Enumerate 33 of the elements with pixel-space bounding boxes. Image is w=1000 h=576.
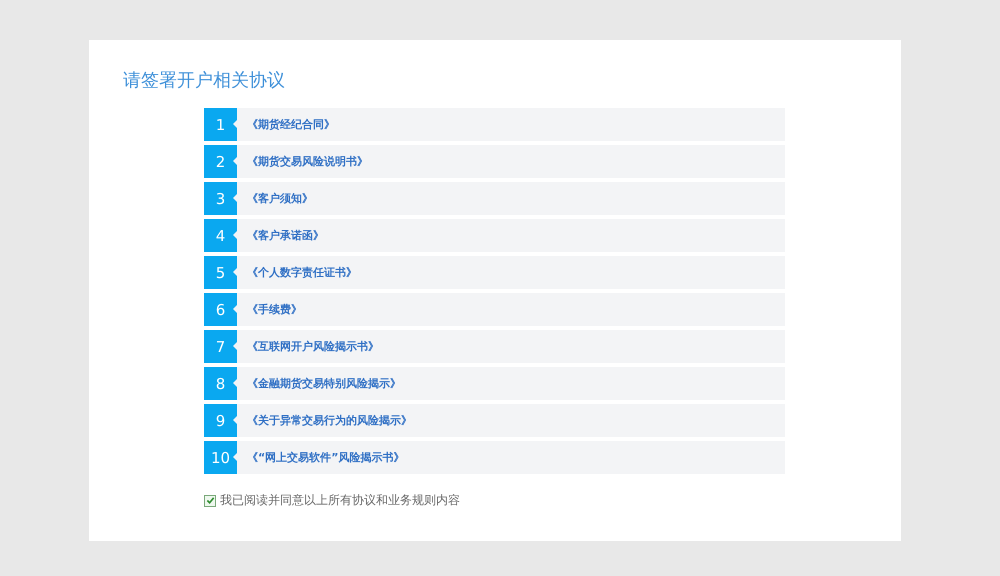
item-number: 8 [204,367,237,400]
item-number: 5 [204,256,237,289]
item-number: 3 [204,182,237,215]
agreement-link[interactable]: 《“网上交易软件”风险揭示书》 [247,450,404,465]
agreement-item[interactable]: 4 《客户承诺函》 [204,219,785,252]
agreement-item[interactable]: 5 《个人数字责任证书》 [204,256,785,289]
agreement-link[interactable]: 《金融期货交易特别风险揭示》 [247,376,401,391]
agreement-link[interactable]: 《期货交易风险说明书》 [247,154,368,169]
item-number: 1 [204,108,237,141]
agreement-item[interactable]: 10 《“网上交易软件”风险揭示书》 [204,441,785,474]
agreement-item[interactable]: 9 《关于异常交易行为的风险揭示》 [204,404,785,437]
agreement-item[interactable]: 1 《期货经纪合同》 [204,108,785,141]
item-number: 10 [204,441,237,474]
agreement-link[interactable]: 《互联网开户风险揭示书》 [247,339,379,354]
item-number: 9 [204,404,237,437]
agreement-link[interactable]: 《期货经纪合同》 [247,117,335,132]
consent-checkbox[interactable] [204,494,216,506]
page-title: 请签署开户相关协议 [123,69,286,93]
agreement-link[interactable]: 《个人数字责任证书》 [247,265,357,280]
item-number: 4 [204,219,237,252]
agreement-item[interactable]: 7 《互联网开户风险揭示书》 [204,330,785,363]
item-number: 7 [204,330,237,363]
agreement-item[interactable]: 2 《期货交易风险说明书》 [204,145,785,178]
agreement-link[interactable]: 《关于异常交易行为的风险揭示》 [247,413,412,428]
consent-label: 我已阅读并同意以上所有协议和业务规则内容 [220,492,460,509]
agreement-link[interactable]: 《客户承诺函》 [247,228,324,243]
agreement-item[interactable]: 8 《金融期货交易特别风险揭示》 [204,367,785,400]
agreement-item[interactable]: 6 《手续费》 [204,293,785,326]
item-number: 6 [204,293,237,326]
item-number: 2 [204,145,237,178]
agreement-link[interactable]: 《客户须知》 [247,191,313,206]
agreement-link[interactable]: 《手续费》 [247,302,302,317]
agreement-item[interactable]: 3 《客户须知》 [204,182,785,215]
